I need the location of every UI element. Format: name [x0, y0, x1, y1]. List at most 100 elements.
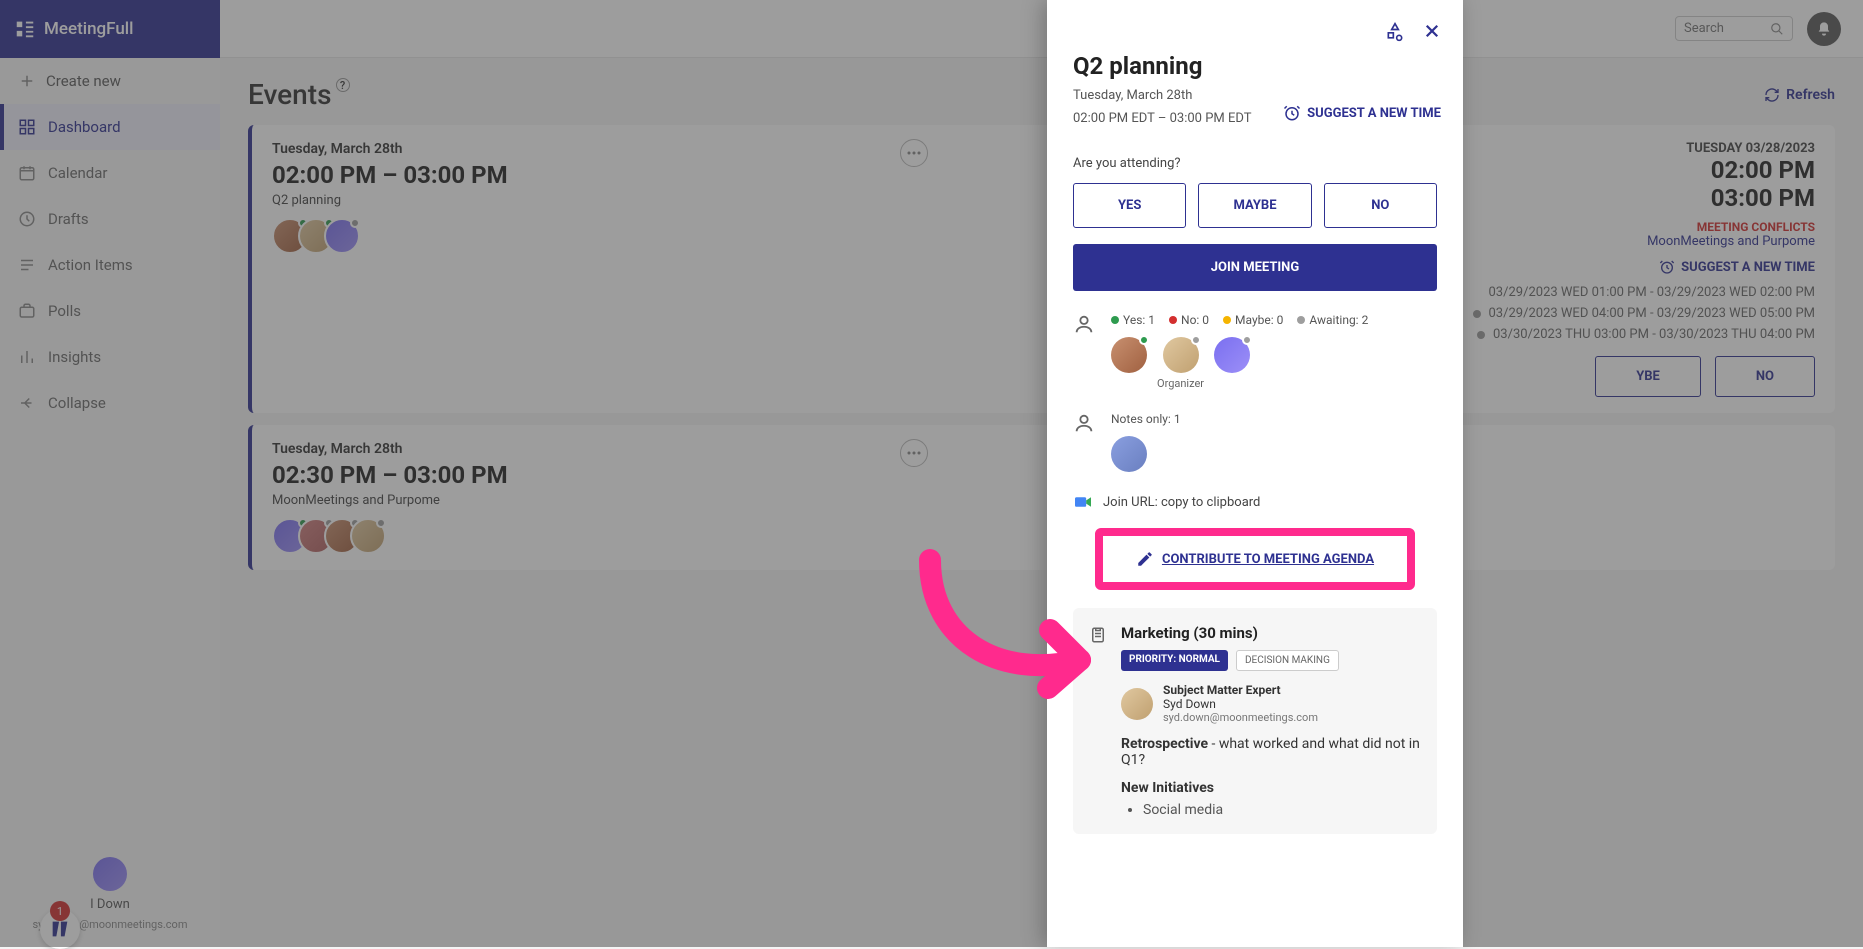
join-meeting-button[interactable]: JOIN MEETING: [1073, 244, 1437, 291]
nav-dashboard[interactable]: Dashboard: [0, 104, 220, 150]
brand-name: MeetingFull: [44, 19, 133, 39]
suggest-time-link[interactable]: SUGGEST A NEW TIME: [1659, 259, 1815, 275]
search-icon: [1770, 22, 1784, 36]
panel-suggest-time[interactable]: SUGGEST A NEW TIME: [1283, 104, 1441, 122]
topbar: [220, 0, 1863, 58]
nav-collapse-label: Collapse: [48, 394, 106, 412]
event-detail-panel: Q2 planning Tuesday, March 28th 02:00 PM…: [1047, 0, 1463, 947]
page-title-text: Events: [248, 78, 332, 111]
alarm-icon: [1283, 104, 1301, 122]
rsvp-maybe-button[interactable]: MAYBE: [1198, 183, 1311, 228]
contribute-callout: CONTRIBUTE TO MEETING AGENDA: [1095, 528, 1415, 590]
rsvp-no-button[interactable]: NO: [1324, 183, 1437, 228]
nav-drafts[interactable]: Drafts: [0, 196, 220, 242]
nav-calendar[interactable]: Calendar: [0, 150, 220, 196]
briefcase-icon: [18, 302, 36, 320]
avatar[interactable]: [350, 518, 386, 554]
event-time: 02:30 PM – 03:00 PM: [272, 461, 932, 489]
event-card[interactable]: Tuesday, March 28th 02:30 PM – 03:00 PM …: [248, 425, 1835, 570]
join-url-text: Join URL: copy to clipboard: [1103, 495, 1260, 510]
rsvp-counts: Yes: 1 No: 0 Maybe: 0 Awaiting: 2: [1111, 313, 1437, 327]
help-icon[interactable]: ?: [336, 78, 350, 92]
attendee-avatars: [272, 218, 932, 254]
count-no: No: 0: [1181, 313, 1209, 327]
avatar[interactable]: [1214, 337, 1250, 373]
avatar[interactable]: [1163, 337, 1199, 373]
search-box[interactable]: [1675, 16, 1793, 41]
video-meet-icon: [1073, 494, 1093, 510]
nav-action-items[interactable]: Action Items: [0, 242, 220, 288]
agenda-bullet: Social media: [1143, 802, 1421, 818]
panel-suggest-label: SUGGEST A NEW TIME: [1307, 106, 1441, 121]
notifications-button[interactable]: [1807, 12, 1841, 46]
create-new-button[interactable]: Create new: [0, 58, 220, 104]
rsvp-maybe-button[interactable]: YBE: [1595, 356, 1701, 397]
contribute-link[interactable]: CONTRIBUTE TO MEETING AGENDA: [1162, 552, 1374, 567]
content: Events ? Refresh Tuesday, March 28th 02:…: [220, 58, 1863, 947]
user-footer: I Down syd.down@moonmeetings.com 1: [0, 841, 220, 947]
sme-name: Syd Down: [1163, 697, 1318, 711]
agenda-retrospective: Retrospective - what worked and what did…: [1121, 736, 1421, 768]
event-date: Tuesday, March 28th: [272, 141, 932, 157]
app-bubble-icon: [49, 918, 71, 940]
join-url-row[interactable]: Join URL: copy to clipboard: [1073, 494, 1437, 510]
nav-drafts-label: Drafts: [48, 210, 89, 228]
shapes-icon[interactable]: [1385, 22, 1405, 42]
count-maybe: Maybe: 0: [1235, 313, 1283, 327]
rsvp-no-button[interactable]: NO: [1715, 356, 1815, 397]
arrow-left-icon: [18, 394, 36, 412]
alarm-icon: [1659, 259, 1675, 275]
people-icon: [1073, 412, 1095, 434]
brand-logo-icon: [14, 18, 36, 40]
close-icon[interactable]: [1423, 22, 1441, 40]
dashboard-icon: [18, 118, 36, 136]
user-avatar[interactable]: [93, 857, 127, 891]
calendar-icon: [18, 164, 36, 182]
event-time: 02:00 PM – 03:00 PM: [272, 161, 932, 189]
rsvp-yes-button[interactable]: YES: [1073, 183, 1186, 228]
panel-title: Q2 planning: [1073, 52, 1437, 80]
count-yes: Yes: 1: [1123, 313, 1155, 327]
sme-email: syd.down@moonmeetings.com: [1163, 711, 1318, 724]
clipboard-icon: [1089, 626, 1107, 644]
main: Events ? Refresh Tuesday, March 28th 02:…: [220, 0, 1863, 947]
suggest-label: SUGGEST A NEW TIME: [1681, 260, 1815, 275]
event-card[interactable]: Tuesday, March 28th 02:00 PM – 03:00 PM …: [248, 125, 1835, 413]
panel-date: Tuesday, March 28th: [1073, 88, 1437, 103]
organizer-label: Organizer: [1157, 377, 1204, 390]
event-date: Tuesday, March 28th: [272, 441, 932, 457]
chart-icon: [18, 348, 36, 366]
attendee-avatars: [272, 518, 932, 554]
attend-question: Are you attending?: [1073, 156, 1437, 171]
priority-tag: PRIORITY: NORMAL: [1121, 650, 1228, 671]
nav-calendar-label: Calendar: [48, 164, 108, 182]
nav-collapse[interactable]: Collapse: [0, 380, 220, 426]
nav-insights[interactable]: Insights: [0, 334, 220, 380]
search-input[interactable]: [1684, 21, 1764, 36]
agenda-title: Marketing (30 mins): [1121, 624, 1421, 642]
page-title: Events ?: [248, 78, 350, 111]
nav-polls[interactable]: Polls: [0, 288, 220, 334]
nav-dashboard-label: Dashboard: [48, 118, 121, 136]
refresh-button[interactable]: Refresh: [1764, 87, 1835, 103]
avatar[interactable]: [1111, 337, 1147, 373]
avatar[interactable]: [1111, 436, 1147, 472]
bell-icon: [1816, 21, 1832, 37]
event-title: MoonMeetings and Purpome: [272, 493, 932, 508]
brand-bar: MeetingFull: [0, 0, 220, 58]
avatar[interactable]: [324, 218, 360, 254]
nav-insights-label: Insights: [48, 348, 101, 366]
people-icon: [1073, 313, 1095, 335]
user-name: I Down: [90, 897, 130, 912]
plus-icon: [18, 72, 36, 90]
more-horizontal-icon: [907, 451, 921, 455]
sidebar: MeetingFull Create new Dashboard Calenda…: [0, 0, 220, 947]
refresh-label: Refresh: [1786, 87, 1835, 103]
sme-role: Subject Matter Expert: [1163, 683, 1318, 697]
more-horizontal-icon: [907, 151, 921, 155]
create-new-label: Create new: [46, 72, 121, 90]
event-title: Q2 planning: [272, 193, 932, 208]
event-menu-button[interactable]: [900, 439, 928, 467]
event-menu-button[interactable]: [900, 139, 928, 167]
notification-badge: 1: [50, 901, 70, 921]
